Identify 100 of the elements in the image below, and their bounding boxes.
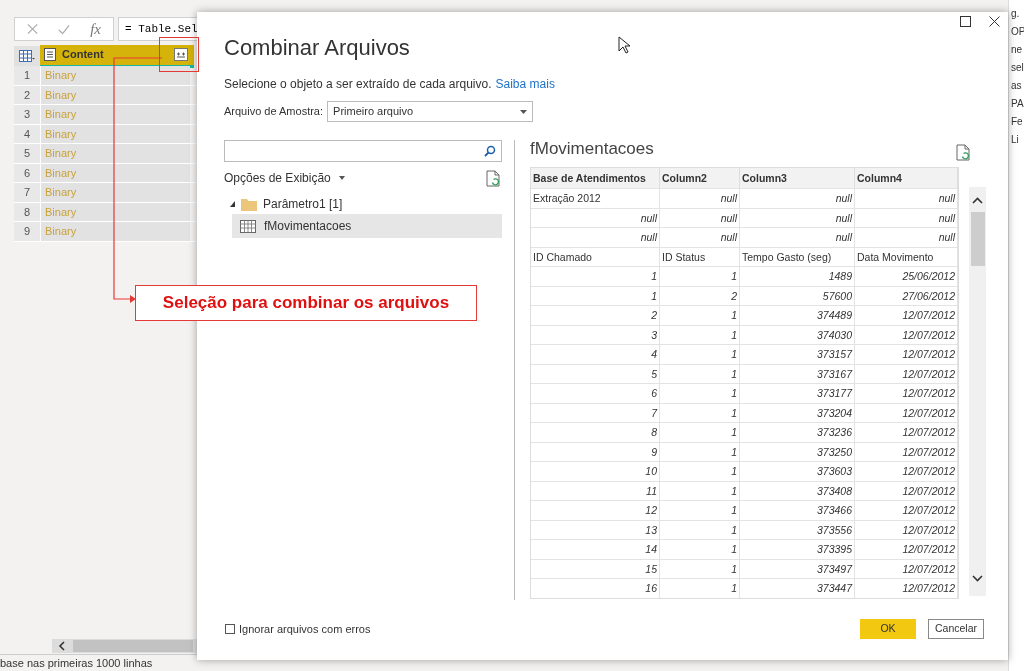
table-cell: 1 [531, 267, 660, 286]
refresh-file-icon[interactable] [956, 143, 970, 161]
table-cell: 1 [660, 481, 740, 500]
table-cell: 12/07/2012 [855, 559, 958, 578]
table-cell: 1 [660, 325, 740, 344]
table-cell: null [740, 189, 855, 208]
table-cell: 8 [531, 423, 660, 442]
table-cell: Binary [40, 144, 190, 163]
table-cell: 373466 [740, 501, 855, 520]
panel-text: as [1010, 80, 1023, 92]
table-cell: 12/07/2012 [855, 579, 958, 598]
highlight-frame [159, 37, 199, 72]
table-cell: null [740, 228, 855, 247]
panel-text: ne [1010, 44, 1024, 56]
ok-button[interactable]: OK [860, 619, 916, 639]
table-cell: 5 [531, 364, 660, 383]
fx-icon[interactable]: fx [90, 17, 101, 41]
scroll-left-icon[interactable] [58, 641, 65, 651]
ignore-errors-checkbox[interactable]: Ignorar arquivos com erros [225, 620, 371, 638]
table-cell: 1 [660, 579, 740, 598]
table-cell: null [660, 189, 740, 208]
preview-title: fMovimentacoes [530, 138, 654, 161]
table-cell: 1 [660, 267, 740, 286]
table-cell: 1 [660, 559, 740, 578]
panel-text: g. [1010, 8, 1021, 20]
scroll-thumb[interactable] [970, 212, 985, 266]
row-number: 1 [14, 66, 40, 85]
search-icon [484, 145, 496, 157]
expand-icon[interactable] [174, 48, 188, 61]
panel-text: sel [1010, 62, 1024, 74]
table-cell: 1 [660, 384, 740, 403]
row-number: 9 [14, 222, 40, 241]
table-cell: 373447 [740, 579, 855, 598]
caret-icon[interactable] [338, 176, 345, 180]
panel-text: Li [1010, 134, 1020, 146]
search-field[interactable] [224, 140, 502, 162]
table-cell: Extração 2012 [531, 189, 660, 208]
table-cell: 16 [531, 579, 660, 598]
check-icon[interactable] [58, 23, 71, 35]
table-cell: 373603 [740, 462, 855, 481]
table-cell: 1 [660, 423, 740, 442]
table-cell: null [660, 208, 740, 227]
tree-table-item[interactable]: fMovimentacoes [232, 214, 502, 238]
table-cell: 373236 [740, 423, 855, 442]
close-icon[interactable] [989, 16, 1000, 27]
table-cell: 373250 [740, 442, 855, 461]
vertical-scrollbar[interactable] [969, 187, 986, 596]
table-cell: 1489 [740, 267, 855, 286]
table-cell: 12/07/2012 [855, 540, 958, 559]
refresh-file-icon[interactable] [486, 169, 500, 187]
table-cell: 12/07/2012 [855, 403, 958, 422]
table-cell: ID Status [660, 247, 740, 266]
table-cell: 12/07/2012 [855, 462, 958, 481]
panel-text: PA [1010, 98, 1024, 110]
sample-file-dropdown[interactable]: Primeiro arquivo [327, 101, 534, 122]
learn-more-link[interactable]: Saiba mais [495, 75, 555, 93]
table-cell: 1 [660, 364, 740, 383]
table-menu-icon[interactable] [14, 46, 40, 66]
table-cell: 3 [531, 325, 660, 344]
column-heading: Column2 [660, 168, 740, 188]
table-cell: null [855, 228, 958, 247]
expand-triangle-icon [230, 201, 235, 207]
table-cell: 373177 [740, 384, 855, 403]
cancel-icon[interactable] [27, 23, 39, 35]
table-cell: 12/07/2012 [855, 501, 958, 520]
text-type-icon [44, 48, 56, 61]
table-cell: 25/06/2012 [855, 267, 958, 286]
table-icon [240, 219, 256, 233]
dialog-title: Combinar Arquivos [224, 33, 410, 62]
table-cell: null [855, 189, 958, 208]
table-cell: 11 [531, 481, 660, 500]
scroll-thumb[interactable] [73, 640, 193, 652]
maximize-icon[interactable] [960, 16, 971, 27]
table-cell: ID Chamado [531, 247, 660, 266]
table-cell: null [531, 208, 660, 227]
table-cell: 373556 [740, 520, 855, 539]
table-cell: null [855, 208, 958, 227]
table-cell: 1 [660, 345, 740, 364]
table-cell: Binary [40, 183, 190, 202]
callout-label: Seleção para combinar os arquivos [135, 285, 477, 321]
table-cell: 15 [531, 559, 660, 578]
panel-text: Fe [1010, 116, 1024, 128]
cancel-button[interactable]: Cancelar [928, 619, 984, 639]
table-cell: 12/07/2012 [855, 520, 958, 539]
table-cell: 57600 [740, 286, 855, 305]
table-cell: 1 [660, 501, 740, 520]
table-cell: 12/07/2012 [855, 481, 958, 500]
status-text: base nas primeiras 1000 linhas [0, 655, 153, 671]
tree-folder-item[interactable]: Parâmetro1 [1] [224, 194, 496, 214]
table-cell: 1 [660, 462, 740, 481]
table-cell: 1 [531, 286, 660, 305]
table-cell: 12 [531, 501, 660, 520]
table-cell: Binary [40, 222, 190, 241]
display-options-menu[interactable]: Opções de Exibição [224, 169, 345, 187]
table-cell: 10 [531, 462, 660, 481]
table-cell: Data Movimento [855, 247, 958, 266]
folder-icon [241, 197, 257, 211]
table-cell: 1 [660, 540, 740, 559]
table-cell: 9 [531, 442, 660, 461]
table-cell: 373497 [740, 559, 855, 578]
